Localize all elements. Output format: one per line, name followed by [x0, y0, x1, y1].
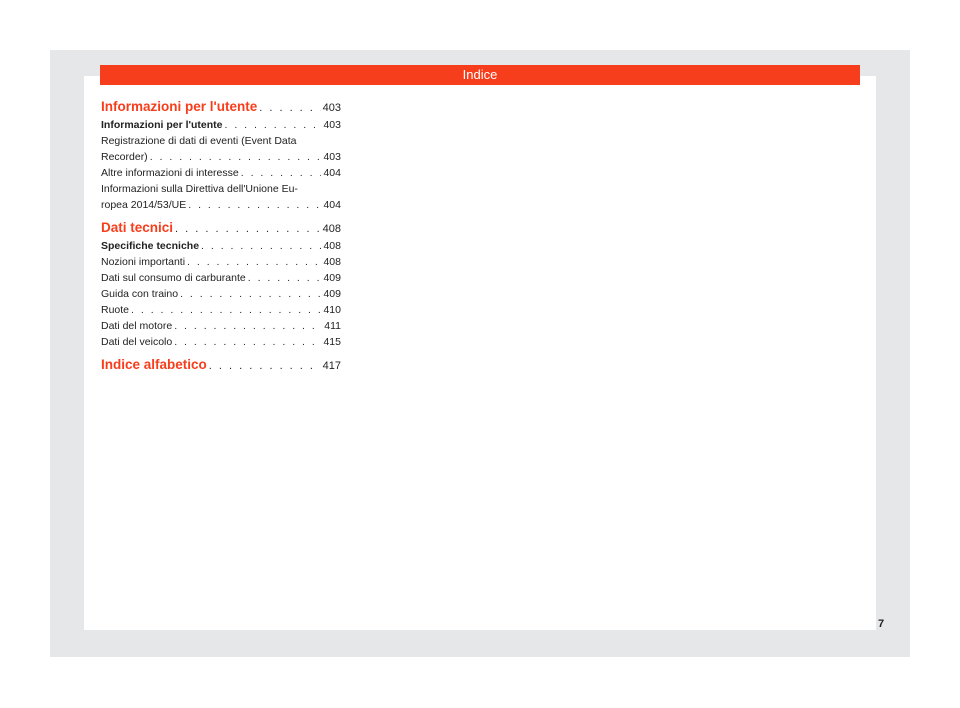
toc-page-number: 408	[323, 240, 341, 252]
toc-item-direttiva-ue[interactable]: Informazioni sulla Direttiva dell'Unione…	[101, 181, 341, 213]
toc-page-number: 410	[323, 304, 341, 316]
toc-item-dati-veicolo[interactable]: Dati del veicolo 415	[101, 334, 341, 350]
toc-item-label-line2: Recorder)	[101, 151, 148, 163]
toc-item-guida-con-traino[interactable]: Guida con traino 409	[101, 286, 341, 302]
toc-section-indice-alfabetico[interactable]: Indice alfabetico 417	[101, 356, 341, 375]
toc-section-label: Informazioni per l'utente	[101, 99, 258, 114]
toc-item-consumo-carburante[interactable]: Dati sul consumo di carburante 409	[101, 270, 341, 286]
toc-item-label: Ruote	[101, 304, 130, 316]
toc-page-number: 408	[323, 256, 341, 268]
toc-item-label: Nozioni importanti	[101, 256, 186, 268]
toc-page-number: 403	[323, 119, 341, 131]
toc-item-label-line1: Informazioni sulla Direttiva dell'Unione…	[101, 183, 298, 195]
toc-item-label: Dati del motore	[101, 320, 173, 332]
toc-page-number: 415	[323, 336, 341, 348]
toc-item-altre-informazioni[interactable]: Altre informazioni di interesse 404	[101, 165, 341, 181]
leader-dots	[248, 270, 322, 286]
toc-item-event-data-recorder[interactable]: Registrazione di dati di eventi (Event D…	[101, 133, 341, 165]
toc-item-specifiche-tecniche[interactable]: Specifiche tecniche 408	[101, 238, 341, 254]
toc-page-number: 403	[322, 102, 341, 114]
leader-dots	[175, 220, 321, 238]
toc-page-number: 404	[323, 167, 341, 179]
header-bar: Indice	[100, 65, 860, 85]
page-number: 7	[878, 618, 885, 630]
toc-page-number: 403	[323, 151, 341, 163]
toc-section-dati-tecnici[interactable]: Dati tecnici 408	[101, 219, 341, 238]
leader-dots	[188, 197, 321, 213]
toc-section-informazioni-utente[interactable]: Informazioni per l'utente 403	[101, 98, 341, 117]
leader-dots	[131, 302, 321, 318]
leader-dots	[209, 357, 321, 375]
leader-dots	[150, 149, 322, 165]
leader-dots	[174, 318, 322, 334]
leader-dots	[225, 117, 322, 133]
leader-dots	[241, 165, 322, 181]
header-title: Indice	[462, 67, 498, 82]
toc-item-label: Altre informazioni di interesse	[101, 167, 239, 179]
toc-item-ruote[interactable]: Ruote 410	[101, 302, 341, 318]
toc-item-dati-motore[interactable]: Dati del motore 411	[101, 318, 341, 334]
toc-page-number: 417	[322, 360, 341, 372]
toc-section-label: Indice alfabetico	[101, 357, 207, 372]
toc-item-nozioni-importanti[interactable]: Nozioni importanti 408	[101, 254, 341, 270]
toc-page-number: 408	[322, 223, 341, 235]
toc-item-label: Informazioni per l'utente	[101, 119, 223, 131]
leader-dots	[201, 238, 321, 254]
toc-item-label: Guida con traino	[101, 288, 179, 300]
toc-item-informazioni-utente[interactable]: Informazioni per l'utente 403	[101, 117, 341, 133]
toc-page-number: 411	[324, 320, 341, 332]
toc-item-label-line2: ropea 2014/53/UE	[101, 199, 187, 211]
toc-item-label-line1: Registrazione di dati di eventi (Event D…	[101, 135, 297, 147]
toc-page-number: 409	[323, 288, 341, 300]
leader-dots	[180, 286, 321, 302]
leader-dots	[187, 254, 321, 270]
table-of-contents: Informazioni per l'utente 403 Informazio…	[101, 98, 341, 375]
toc-item-label: Specifiche tecniche	[101, 240, 200, 252]
toc-item-label: Dati sul consumo di carburante	[101, 272, 246, 284]
leader-dots	[259, 99, 320, 117]
toc-page-number: 409	[323, 272, 341, 284]
toc-page-number: 404	[323, 199, 341, 211]
leader-dots	[174, 334, 321, 350]
toc-item-label: Dati del veicolo	[101, 336, 173, 348]
toc-section-label: Dati tecnici	[101, 220, 174, 235]
